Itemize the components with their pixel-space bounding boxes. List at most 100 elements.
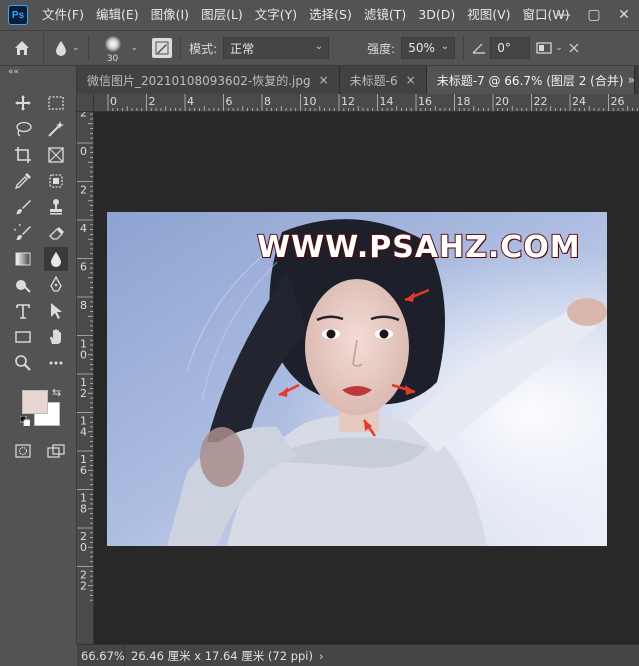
ruler-label: 12	[341, 95, 355, 108]
menu-layer[interactable]: 图层(L)	[195, 0, 249, 30]
menu-image[interactable]: 图像(I)	[145, 0, 195, 30]
brush-settings-panel-button[interactable]	[152, 38, 173, 58]
patch-tool[interactable]	[44, 169, 69, 193]
stamp-icon	[49, 199, 62, 215]
canvas-workspace[interactable]: WWW.PSAHZ.COM	[94, 112, 639, 644]
more-tools[interactable]	[44, 351, 69, 375]
lasso-icon	[16, 121, 32, 137]
type-icon	[16, 304, 31, 319]
history-brush-tool[interactable]	[11, 221, 36, 245]
ruler-label: 10	[303, 95, 317, 108]
photoshop-logo-icon: Ps	[8, 5, 28, 25]
foreground-color-swatch[interactable]	[22, 390, 48, 414]
menu-view[interactable]: 视图(V)	[461, 0, 516, 30]
strength-input[interactable]: 50% ⌄	[401, 37, 456, 59]
frame-tool[interactable]	[44, 143, 69, 167]
gradient-tool[interactable]	[11, 247, 36, 271]
minimize-button[interactable]: —	[549, 0, 579, 30]
default-colors-icon[interactable]	[20, 416, 30, 426]
eraser-tool[interactable]	[44, 221, 69, 245]
options-bar: ⌄ 30 ⌄ 模式: 正常 ⌄ 强度: 50% ⌄ 0° ⌄	[0, 30, 639, 66]
ruler-label: 6	[80, 261, 87, 274]
mode-label: 模式:	[189, 41, 218, 56]
pressure-icon[interactable]	[567, 41, 581, 55]
ruler-label: 0	[110, 95, 117, 108]
ruler-label: 4	[187, 95, 194, 108]
history-brush-icon	[14, 224, 32, 241]
menu-filter[interactable]: 滤镜(T)	[358, 0, 412, 30]
frame-icon	[48, 147, 64, 163]
ruler-label: 6	[226, 95, 233, 108]
blur-drop-icon	[50, 252, 61, 267]
document-info: 26.46 厘米 x 17.64 厘米 (72 ppi)	[131, 648, 313, 663]
tab-document-3[interactable]: 未标题-7 @ 66.7% (图层 2 (合并)	[426, 66, 635, 94]
chevron-down-icon[interactable]: ⌄	[555, 43, 563, 53]
collapse-panel-button[interactable]: ««	[0, 66, 76, 78]
marquee-tool[interactable]	[44, 91, 69, 115]
chevron-right-icon[interactable]: ›	[319, 649, 324, 663]
move-tool[interactable]	[11, 91, 36, 115]
brush-panel-icon	[155, 41, 169, 55]
path-selection-tool[interactable]	[44, 299, 69, 323]
menu-3d[interactable]: 3D(D)	[412, 0, 461, 30]
document-canvas[interactable]: WWW.PSAHZ.COM	[107, 212, 607, 546]
menu-edit[interactable]: 编辑(E)	[90, 0, 145, 30]
ruler-label: 2	[80, 112, 87, 120]
magnifier-icon	[15, 355, 31, 371]
swap-colors-icon[interactable]: ⇆	[52, 386, 61, 399]
hand-tool[interactable]	[44, 325, 69, 349]
divider	[180, 36, 182, 60]
menu-type[interactable]: 文字(Y)	[249, 0, 303, 30]
ruler-label: 2	[80, 387, 87, 400]
screen-mode-button[interactable]	[44, 439, 69, 463]
status-bar: 66.67% 26.46 厘米 x 17.64 厘米 (72 ppi) ›	[77, 644, 639, 666]
menu-file[interactable]: 文件(F)	[36, 0, 90, 30]
rectangle-tool[interactable]	[11, 325, 36, 349]
patch-icon	[49, 174, 63, 188]
horizontal-ruler[interactable]: 0 2 4 6 8 10 12 14 16 18 20 22 24 26	[94, 94, 639, 112]
sample-all-layers-icon[interactable]	[536, 41, 552, 55]
ruler-corner[interactable]	[77, 94, 94, 112]
lasso-tool[interactable]	[11, 117, 36, 141]
crop-icon	[15, 147, 32, 163]
pen-tool[interactable]	[44, 273, 69, 297]
angle-input[interactable]: 0°	[490, 37, 531, 59]
brush-tip-icon	[104, 36, 121, 52]
blur-tool-preset-icon[interactable]: ⌄	[54, 39, 80, 57]
close-icon[interactable]: ×	[319, 73, 329, 87]
restore-button[interactable]: ▢	[579, 0, 609, 30]
quick-mask-button[interactable]	[11, 439, 36, 463]
menu-select[interactable]: 选择(S)	[303, 0, 358, 30]
angle-value: 0°	[497, 41, 511, 55]
eyedropper-tool[interactable]	[11, 169, 36, 193]
marquee-icon	[48, 96, 64, 110]
tab-document-2[interactable]: 未标题-6 ×	[339, 66, 427, 94]
clone-stamp-tool[interactable]	[44, 195, 69, 219]
chevron-down-icon: ⌄	[72, 43, 80, 53]
blur-tool[interactable]	[43, 247, 68, 271]
close-icon[interactable]: ×	[406, 73, 416, 87]
tab-document-1[interactable]: 微信图片_20210108093602-恢复的.jpg ×	[77, 66, 340, 94]
brush-picker[interactable]: 30	[97, 32, 129, 64]
eraser-icon	[48, 227, 64, 240]
zoom-tool[interactable]	[11, 351, 36, 375]
magic-wand-tool[interactable]	[44, 117, 69, 141]
strength-value: 50%	[408, 41, 435, 55]
quick-mask-icon	[15, 444, 31, 458]
brush-tool[interactable]	[11, 195, 36, 219]
tab-overflow-icon[interactable]: »	[628, 66, 635, 94]
ruler-label: 2	[80, 580, 87, 593]
brush-icon	[16, 200, 32, 215]
ruler-label: 8	[80, 503, 87, 516]
ruler-label: 6	[80, 464, 87, 477]
mode-select[interactable]: 正常 ⌄	[223, 37, 330, 59]
vertical-ruler[interactable]: 20246810121416182022	[77, 112, 94, 644]
divider	[87, 36, 89, 60]
dodge-tool[interactable]	[11, 273, 36, 297]
close-button[interactable]: ✕	[609, 0, 639, 30]
chevron-down-icon[interactable]: ⌄	[131, 43, 139, 53]
home-button[interactable]	[0, 30, 44, 66]
type-tool[interactable]	[11, 299, 36, 323]
crop-tool[interactable]	[11, 143, 36, 167]
zoom-level[interactable]: 66.67%	[77, 644, 125, 666]
